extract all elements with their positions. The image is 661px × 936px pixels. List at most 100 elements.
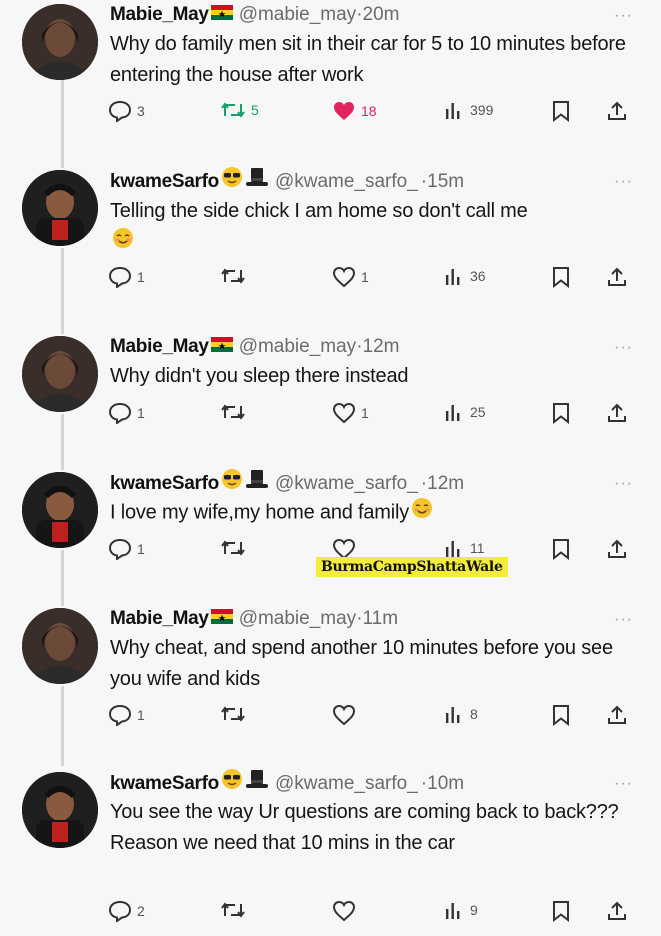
timestamp[interactable]: 15m xyxy=(427,171,464,192)
retweet-button[interactable] xyxy=(220,538,246,558)
share-button[interactable] xyxy=(606,538,628,560)
tweet-text: Why didn't you sleep there instead xyxy=(110,365,409,387)
handle[interactable]: @mabie_may xyxy=(239,4,357,25)
more-options-icon[interactable]: ··· xyxy=(614,170,633,194)
tweet-text-content: I love my wife,my home and family xyxy=(110,501,410,524)
timestamp[interactable]: 12m xyxy=(363,336,400,357)
reply-button[interactable]: 1 xyxy=(108,704,145,726)
more-options-icon[interactable]: ··· xyxy=(614,336,633,360)
avatar[interactable] xyxy=(22,336,98,412)
handle[interactable]: @kwame_sarfo_ xyxy=(275,171,418,192)
like-button[interactable]: 1 xyxy=(332,266,369,288)
timestamp[interactable]: 10m xyxy=(427,773,464,794)
retweet-button[interactable] xyxy=(220,266,246,286)
like-button[interactable]: 1 xyxy=(332,402,369,424)
views-count: 11 xyxy=(470,540,485,556)
like-button[interactable] xyxy=(332,704,356,726)
reply-button[interactable]: 1 xyxy=(108,266,145,288)
bookmark-button[interactable] xyxy=(552,704,570,726)
heart-filled-icon xyxy=(332,100,356,122)
blush-face-icon xyxy=(411,497,433,529)
avatar[interactable] xyxy=(22,4,98,80)
display-name[interactable]: Mabie_May xyxy=(110,336,209,357)
reply-button[interactable]: 2 xyxy=(108,900,145,922)
avatar[interactable] xyxy=(22,608,98,684)
views-chart-icon xyxy=(443,266,465,286)
views-button[interactable]: 9 xyxy=(443,900,478,920)
views-button[interactable]: 8 xyxy=(443,704,478,724)
retweet-icon xyxy=(220,402,246,422)
top-hat-icon xyxy=(245,468,269,500)
share-button[interactable] xyxy=(606,402,628,424)
views-button[interactable]: 11 xyxy=(443,538,485,558)
display-name[interactable]: Mabie_May xyxy=(110,4,209,25)
more-options-icon[interactable]: ··· xyxy=(614,772,633,796)
timestamp[interactable]: 11m xyxy=(363,608,399,629)
views-count: 8 xyxy=(470,706,478,722)
heart-outline-icon xyxy=(332,266,356,288)
display-name[interactable]: Mabie_May xyxy=(110,608,209,629)
bookmark-button[interactable] xyxy=(552,266,570,288)
retweet-button[interactable]: 5 xyxy=(220,100,259,120)
sunglasses-face-icon xyxy=(221,468,243,500)
retweet-button[interactable] xyxy=(220,402,246,422)
reply-count: 1 xyxy=(137,541,145,557)
share-button[interactable] xyxy=(606,266,628,288)
share-button[interactable] xyxy=(606,100,628,122)
thread-line xyxy=(61,550,64,606)
handle[interactable]: @kwame_sarfo_ xyxy=(275,473,418,494)
display-name[interactable]: kwameSarfo xyxy=(110,171,219,192)
avatar[interactable] xyxy=(22,170,98,246)
share-button[interactable] xyxy=(606,704,628,726)
tweet-thread: Mabie_May @mabie_may·20m ··· Why do famil… xyxy=(0,0,661,936)
handle[interactable]: @kwame_sarfo_ xyxy=(275,773,418,794)
more-options-icon[interactable]: ··· xyxy=(614,608,633,632)
bookmark-button[interactable] xyxy=(552,538,570,560)
views-button[interactable]: 36 xyxy=(443,266,486,286)
bookmark-button[interactable] xyxy=(552,900,570,922)
heart-outline-icon xyxy=(332,704,356,726)
like-count: 1 xyxy=(361,405,369,421)
avatar[interactable] xyxy=(22,472,98,548)
views-button[interactable]: 25 xyxy=(443,402,486,422)
share-icon xyxy=(606,900,628,922)
display-name[interactable]: kwameSarfo xyxy=(110,473,219,494)
reply-button[interactable]: 3 xyxy=(108,100,145,122)
display-name[interactable]: kwameSarfo xyxy=(110,773,219,794)
sunglasses-face-icon xyxy=(221,166,243,198)
bookmark-icon xyxy=(552,402,570,424)
views-button[interactable]: 399 xyxy=(443,100,493,120)
handle[interactable]: @mabie_may xyxy=(239,336,357,357)
tweet-text: Why do family men sit in their car for 5… xyxy=(110,33,626,86)
more-options-icon[interactable]: ··· xyxy=(614,4,633,28)
views-chart-icon xyxy=(443,900,465,920)
reply-icon xyxy=(108,900,132,922)
share-button[interactable] xyxy=(606,900,628,922)
bookmark-button[interactable] xyxy=(552,100,570,122)
timestamp[interactable]: 12m xyxy=(427,473,464,494)
handle[interactable]: @mabie_may xyxy=(239,608,357,629)
retweet-button[interactable] xyxy=(220,704,246,724)
retweet-button[interactable] xyxy=(220,900,246,920)
thread-line xyxy=(61,80,64,168)
retweet-count: 5 xyxy=(251,102,259,118)
tweet-header: kwameSarfo @kwame_sarfo_ ·15m xyxy=(110,166,464,196)
tweet-text: You see the way Ur questions are coming … xyxy=(110,801,619,854)
action-bar: 1 8 xyxy=(108,704,638,732)
bookmark-icon xyxy=(552,538,570,560)
reply-button[interactable]: 1 xyxy=(108,402,145,424)
avatar[interactable] xyxy=(22,772,98,848)
like-button[interactable]: 18 xyxy=(332,100,377,122)
tweet-header: Mabie_May @mabie_may·11m xyxy=(110,604,398,634)
thread-line xyxy=(61,248,64,334)
share-icon xyxy=(606,100,628,122)
like-button[interactable] xyxy=(332,900,356,922)
reply-count: 2 xyxy=(137,903,145,919)
reply-button[interactable]: 1 xyxy=(108,538,145,560)
more-options-icon[interactable]: ··· xyxy=(614,472,633,496)
timestamp[interactable]: 20m xyxy=(363,4,400,25)
views-chart-icon xyxy=(443,402,465,422)
share-icon xyxy=(606,704,628,726)
bookmark-button[interactable] xyxy=(552,402,570,424)
reply-count: 1 xyxy=(137,269,145,285)
